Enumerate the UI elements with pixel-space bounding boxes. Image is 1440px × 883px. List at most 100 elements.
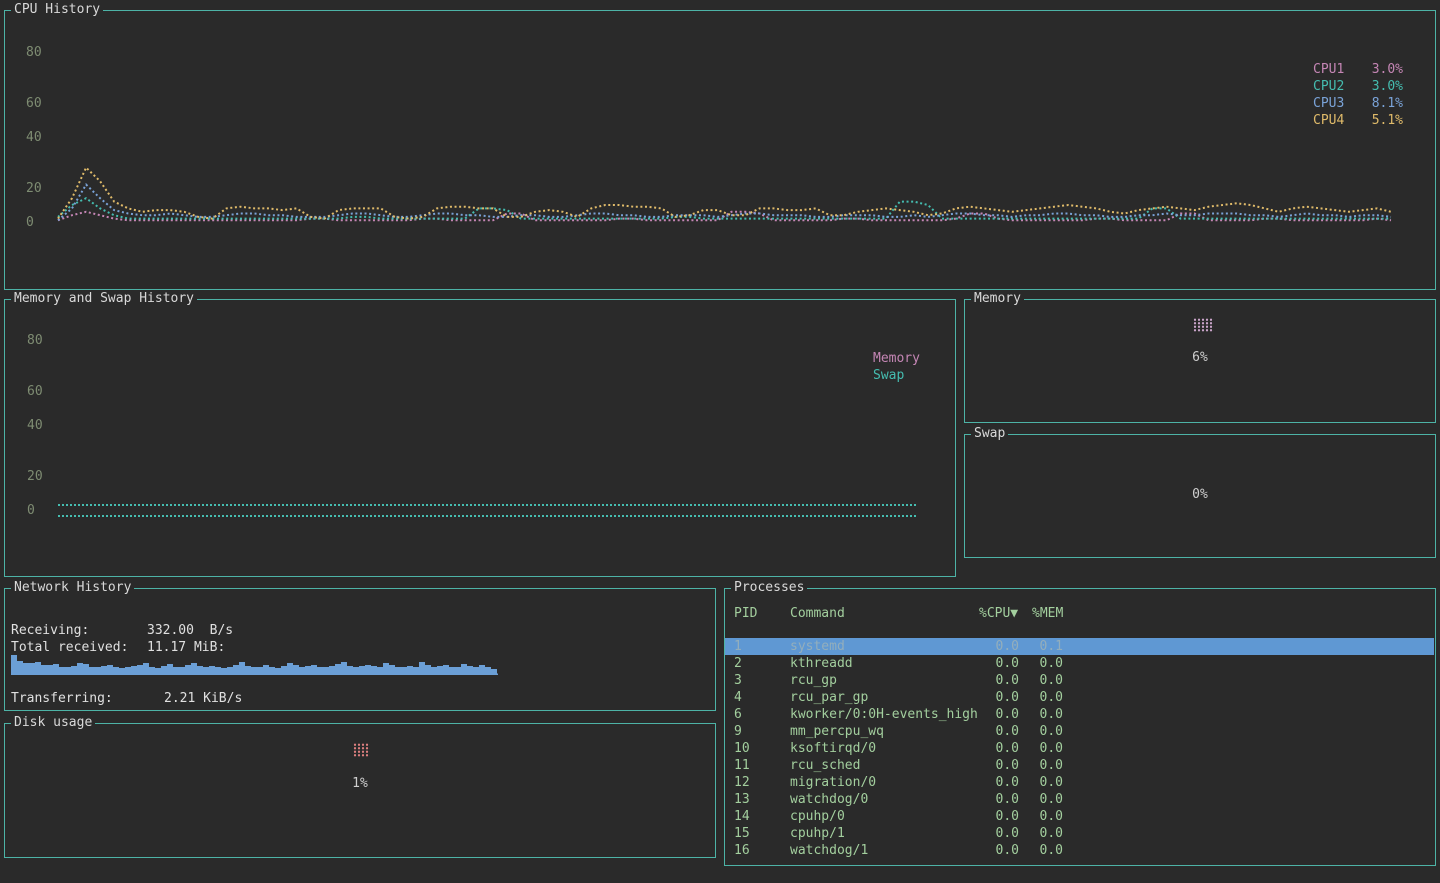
cpu-ytick-20: 20 [26,181,42,197]
process-row[interactable]: 9mm_percpu_wq0.00.0 [725,723,1434,740]
column-command[interactable]: Command [790,605,979,622]
process-command: systemd [790,638,979,655]
process-row[interactable]: 4rcu_par_gp0.00.0 [725,689,1434,706]
transferring-label: Transferring: [11,690,164,707]
swap-usage-line [58,515,917,517]
processes-title: Processes [731,580,807,596]
process-mem: 0.0 [1027,842,1068,859]
process-cpu: 0.0 [979,842,1027,859]
cpu3-label: CPU3 [1313,95,1344,112]
cpu3-legend: CPU38.1% [1313,95,1403,112]
process-command: migration/0 [790,774,979,791]
process-mem: 0.0 [1027,689,1068,706]
process-row[interactable]: 1systemd0.00.1 [725,638,1434,655]
process-mem: 0.0 [1027,791,1068,808]
process-row[interactable]: 3rcu_gp0.00.0 [725,672,1434,689]
system-monitor-app: { "app": { "background": "#2a2a2a", "bor… [0,0,1440,883]
receiving-value: 332.00 B/s [147,623,233,638]
cpu2-legend: CPU2 3.0% [1313,78,1403,95]
process-pid: 14 [734,808,790,825]
process-command: rcu_sched [790,757,979,774]
cpu-ytick-60: 60 [26,96,42,112]
column-cpu-sort[interactable]: %CPU▼ [979,605,1027,622]
swap-gauge-title: Swap [971,426,1008,442]
memory-swap-history-title: Memory and Swap History [11,291,197,307]
process-command: watchdog/0 [790,791,979,808]
cpu-ytick-0: 0 [26,215,34,231]
cpu1-value: 3.0% [1372,61,1403,78]
process-pid: 15 [734,825,790,842]
process-cpu: 0.0 [979,672,1027,689]
process-row[interactable]: 16watchdog/10.00.0 [725,842,1434,859]
cpu1-label: CPU1 [1313,61,1344,78]
process-command: cpuhp/0 [790,808,979,825]
network-receive-sparkline [11,653,501,675]
network-history-panel: Network History Receiving:332.00 B/s Tot… [4,588,716,711]
process-mem: 0.1 [1027,638,1068,655]
swap-gauge-panel: Swap 0% [964,434,1436,558]
process-mem: 0.0 [1027,723,1068,740]
processes-panel: Processes PID Command %CPU▼ %MEM 1system… [724,588,1436,866]
transferring-value: 2.21 KiB/s [164,691,242,706]
memory-gauge-percent: 6% [965,349,1435,366]
process-cpu: 0.0 [979,723,1027,740]
process-pid: 3 [734,672,790,689]
process-cpu: 0.0 [979,689,1027,706]
network-receiving-line: Receiving:332.00 B/s [11,622,233,639]
process-command: mm_percpu_wq [790,723,979,740]
process-mem: 0.0 [1027,774,1068,791]
disk-usage-title: Disk usage [11,715,95,731]
swap-legend: Swap [873,367,904,384]
process-cpu: 0.0 [979,774,1027,791]
process-pid: 6 [734,706,790,723]
process-row[interactable]: 2kthreadd0.00.0 [725,655,1434,672]
process-pid: 10 [734,740,790,757]
process-pid: 16 [734,842,790,859]
column-mem[interactable]: %MEM [1027,605,1068,622]
cpu4-legend: CPU45.1% [1313,112,1403,129]
process-row[interactable]: 13watchdog/00.00.0 [725,791,1434,808]
process-cpu: 0.0 [979,808,1027,825]
process-row[interactable]: 10ksoftirqd/00.00.0 [725,740,1434,757]
process-row[interactable]: 14cpuhp/00.00.0 [725,808,1434,825]
process-cpu: 0.0 [979,638,1027,655]
process-pid: 2 [734,655,790,672]
memory-legend: Memory [873,350,920,367]
network-transferring-line: Transferring:2.21 KiB/s [11,690,242,707]
process-mem: 0.0 [1027,655,1068,672]
process-row[interactable]: 11rcu_sched0.00.0 [725,757,1434,774]
column-pid[interactable]: PID [734,605,790,622]
receiving-label: Receiving: [11,622,147,639]
memswap-ytick-60: 60 [27,384,43,400]
network-history-title: Network History [11,580,134,596]
process-mem: 0.0 [1027,672,1068,689]
process-pid: 11 [734,757,790,774]
process-pid: 13 [734,791,790,808]
memory-gauge-dots-icon [1193,318,1214,332]
cpu1-legend: CPU1 3.0% [1313,61,1403,78]
process-command: kthreadd [790,655,979,672]
process-row[interactable]: 6kworker/0:0H-events_high0.00.0 [725,706,1434,723]
process-mem: 0.0 [1027,825,1068,842]
process-command: rcu_gp [790,672,979,689]
process-cpu: 0.0 [979,825,1027,842]
process-row[interactable]: 15cpuhp/10.00.0 [725,825,1434,842]
cpu-history-title: CPU History [11,2,103,18]
process-row[interactable]: 12migration/00.00.0 [725,774,1434,791]
memswap-ytick-0: 0 [27,503,35,519]
cpu-ytick-40: 40 [26,130,42,146]
cpu2-value: 3.0% [1372,78,1403,95]
process-mem: 0.0 [1027,740,1068,757]
disk-gauge-dots-icon [353,743,370,757]
cpu2-label: CPU2 [1313,78,1344,95]
disk-gauge-percent: 1% [5,775,715,792]
cpu4-label: CPU4 [1313,112,1344,129]
process-command: watchdog/1 [790,842,979,859]
cpu-ytick-80: 80 [26,45,42,61]
memswap-ytick-20: 20 [27,469,43,485]
process-command: cpuhp/1 [790,825,979,842]
cpu-history-chart [54,29,1394,229]
process-cpu: 0.0 [979,757,1027,774]
cpu-history-panel: CPU History 80 60 40 20 0 CPU13.0% CPU23… [4,10,1436,290]
process-mem: 0.0 [1027,706,1068,723]
